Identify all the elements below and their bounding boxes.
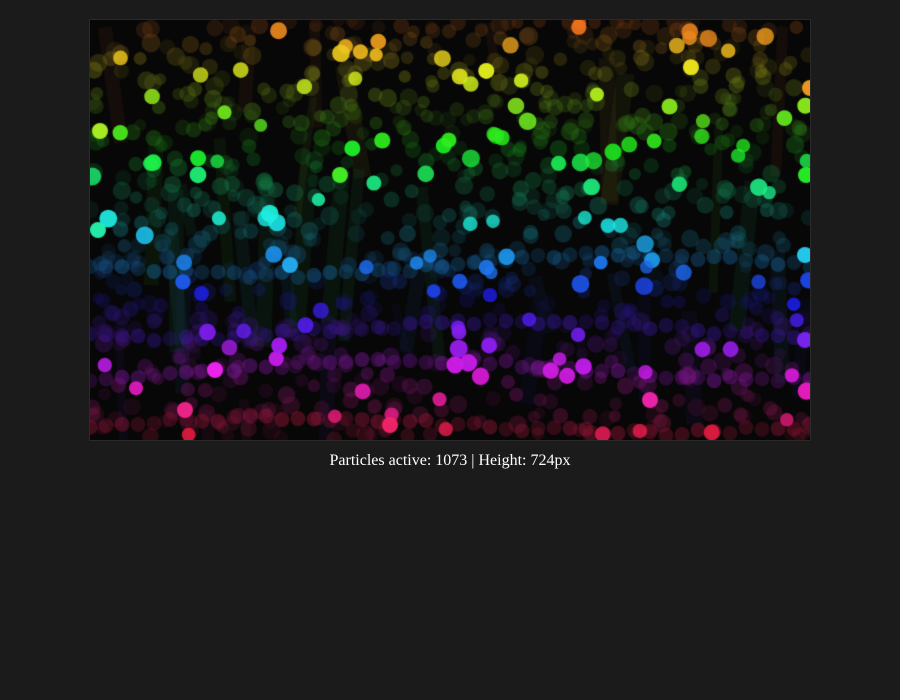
particle-demo: Particles active: 1073 | Height: 724px xyxy=(0,0,900,700)
particle-canvas[interactable] xyxy=(90,20,810,440)
status-line: Particles active: 1073 | Height: 724px xyxy=(329,452,571,469)
